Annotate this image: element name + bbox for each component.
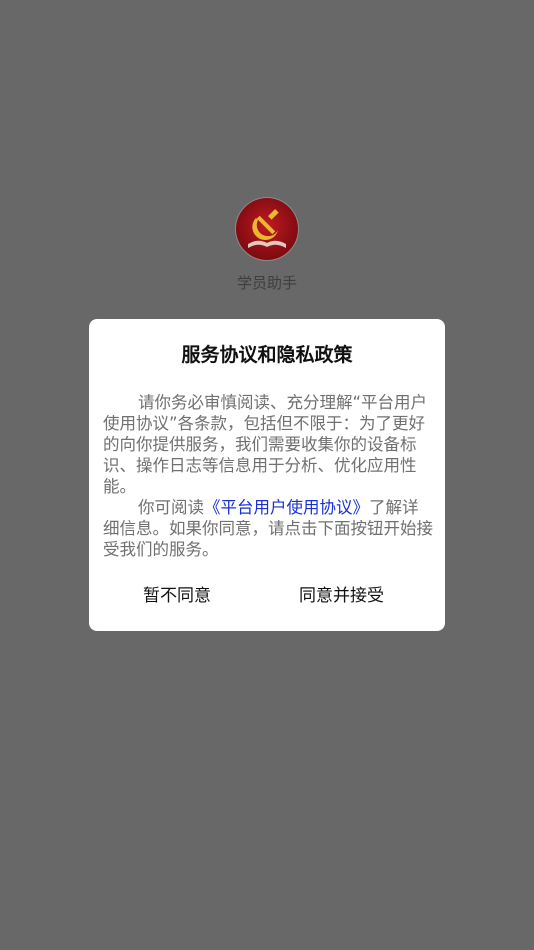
dialog-actions: 暂不同意 同意并接受 [89,581,445,611]
app-name: 学员助手 [236,274,297,292]
user-agreement-link[interactable]: 《平台用户使用协议》 [204,498,369,517]
dialog-body: 请你务必审慎阅读、充分理解“平台用户使用协议”各条款，包括但不限于：为了更好的向… [103,392,433,560]
party-emblem-icon [235,197,299,261]
accept-button[interactable]: 同意并接受 [299,581,384,611]
paragraph-read-agreement: 你可阅读《平台用户使用协议》了解详细信息。如果你同意，请点击下面按钮开始接受我们… [103,497,433,560]
paragraph-prefix: 你可阅读 [138,498,204,517]
app-logo [234,196,300,262]
dialog-title: 服务协议和隐私政策 [181,344,353,366]
decline-button[interactable]: 暂不同意 [143,581,211,611]
privacy-dialog: 服务协议和隐私政策 请你务必审慎阅读、充分理解“平台用户使用协议”各条款，包括但… [89,319,445,631]
paragraph-terms: 请你务必审慎阅读、充分理解“平台用户使用协议”各条款，包括但不限于：为了更好的向… [103,393,428,496]
